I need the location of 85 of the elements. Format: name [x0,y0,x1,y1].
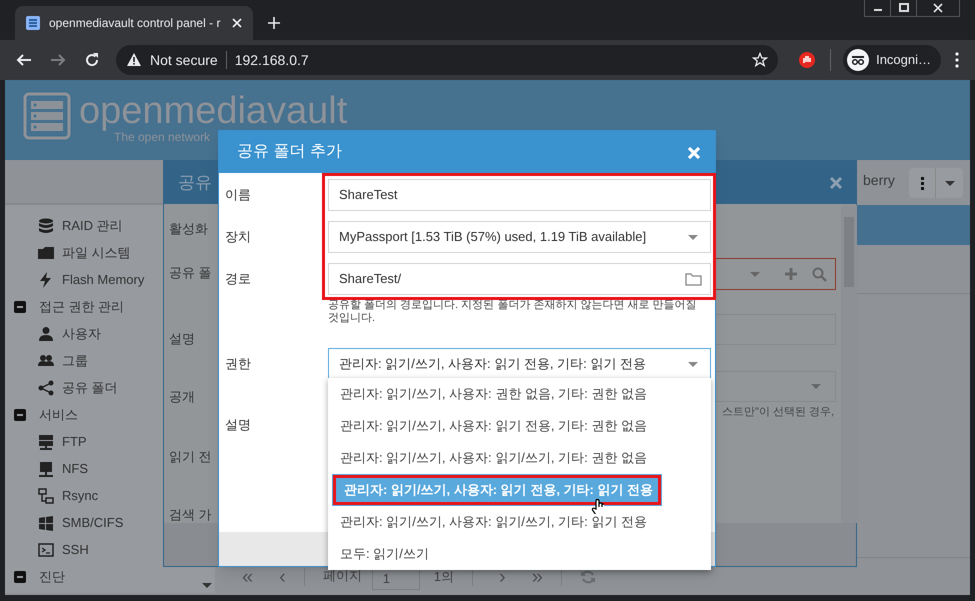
caret-icon [944,180,954,186]
page-count: 1의 [434,568,454,586]
field-label: 경로 [225,270,251,288]
collapse-icon[interactable] [14,300,26,312]
field-label: 권한 [225,355,251,373]
user-menu-button[interactable] [909,168,963,198]
user-icon [38,326,54,342]
lightning-icon [38,272,54,288]
warning-icon [126,52,142,68]
dropdown-option[interactable]: 관리자: 읽기/쓰기, 사용자: 권한 없음, 기타: 권한 없음 [328,378,711,410]
caret-icon [688,234,698,240]
caret-icon [688,362,698,366]
tree-item[interactable]: FTP [62,432,87,452]
collapse-icon[interactable] [14,408,26,420]
dropdown-option[interactable]: 관리자: 읽기/쓰기, 사용자: 읽기 전용, 기타: 권한 없음 [328,410,711,442]
field-label: 공개 [169,388,195,406]
dropdown-option[interactable]: 관리자: 읽기/쓰기, 사용자: 읽기/쓰기, 기타: 읽기 전용 [328,506,711,538]
favicon-icon [25,15,41,31]
dropdown-option[interactable]: 관리자: 읽기/쓰기, 사용자: 읽기/쓰기, 기타: 권한 없음 [328,442,711,474]
incognito-icon [847,49,870,71]
tree-item[interactable]: 공유 폴더 [62,378,118,398]
folder-icon [38,244,54,260]
menu-icon[interactable] [955,52,959,68]
database-icon [38,218,54,234]
scrollbar[interactable] [841,205,857,523]
text-field[interactable]: ShareTest [328,179,711,211]
profile-button[interactable]: Incogni… [843,45,941,75]
field-label: 장치 [225,228,251,246]
field-label: 이름 [225,186,251,204]
address-bar[interactable]: Not secure 192.168.0.7 [116,45,778,75]
tree-item[interactable]: Rsync [62,486,98,506]
scroll-down-icon[interactable] [202,583,212,588]
tree-item[interactable]: 그룹 [62,350,88,370]
field-label: 설명 [225,416,251,434]
users-icon [38,352,54,368]
server-icon [38,434,54,450]
refresh-icon[interactable] [580,568,596,584]
url-text: 192.168.0.7 [234,50,310,70]
more-icon [920,176,924,190]
windows-icon [38,514,54,530]
field-label: 설명 [169,330,195,348]
caret-icon [750,272,760,276]
tree-item[interactable]: Flash Memory [62,270,144,290]
caret-icon [811,384,821,389]
logo-text: openmediavault [79,91,348,131]
dialog-title: 공유 폴더 추가 [237,142,342,162]
close-icon[interactable] [931,1,945,15]
server-logo-icon [23,92,71,140]
tree-item[interactable]: 사용자 [62,324,101,344]
star-icon[interactable] [752,52,768,68]
collapse-icon[interactable] [14,570,26,582]
reload-icon[interactable] [84,52,100,68]
network-icon [38,488,54,504]
terminal-icon [38,542,54,558]
tab-title: openmediavault control panel - r [49,15,222,32]
tree-group-label[interactable]: 접근 권한 관리 [39,296,124,316]
field-label: 공유 폴 [169,264,212,282]
tree-group-label[interactable]: 서비스 [39,404,78,424]
new-tab-icon[interactable] [267,16,281,30]
field-label: 읽기 전 [169,448,212,466]
tree-item[interactable]: 파일 시스템 [62,242,131,262]
tree-item[interactable]: RAID 관리 [62,216,123,236]
dropdown-option[interactable]: 관리자: 읽기/쓰기, 사용자: 읽기 전용, 기타: 읽기 전용 [332,474,662,506]
hostname-text: berry [863,171,895,190]
security-label: Not secure [150,50,218,70]
hand-cursor-icon [590,498,604,514]
tree-item[interactable]: NFS [62,458,88,478]
forward-icon[interactable] [50,52,66,68]
field-label: 활성화 [169,220,208,238]
maximize-icon[interactable] [896,1,910,15]
tagline: The open network [114,131,210,143]
select-field[interactable]: MyPassport [1.53 TiB (57%) used, 1.19 TiB available] [328,221,711,253]
share-icon [38,380,54,396]
field-label: 검색 가 [169,506,212,524]
browser-tab[interactable]: openmediavault control panel - r [15,6,253,40]
folder-icon[interactable] [685,271,702,287]
back-icon[interactable] [16,52,32,68]
tree-group-label[interactable]: 진단 [39,566,65,586]
tree-item[interactable]: SMB/CIFS [62,512,124,532]
path-field[interactable]: ShareTest/ [328,263,711,295]
hint-text: 스트만"이 선택된 경우, [722,405,834,420]
monitor-icon [38,460,54,476]
window-title: 공유 [178,172,212,194]
help-text: 공유할 폴더의 경로입니다. 지정된 폴더가 존재하지 않는다면 새로 만들어질 것입니다. [328,299,698,325]
tree-item[interactable]: SSH [62,540,89,560]
